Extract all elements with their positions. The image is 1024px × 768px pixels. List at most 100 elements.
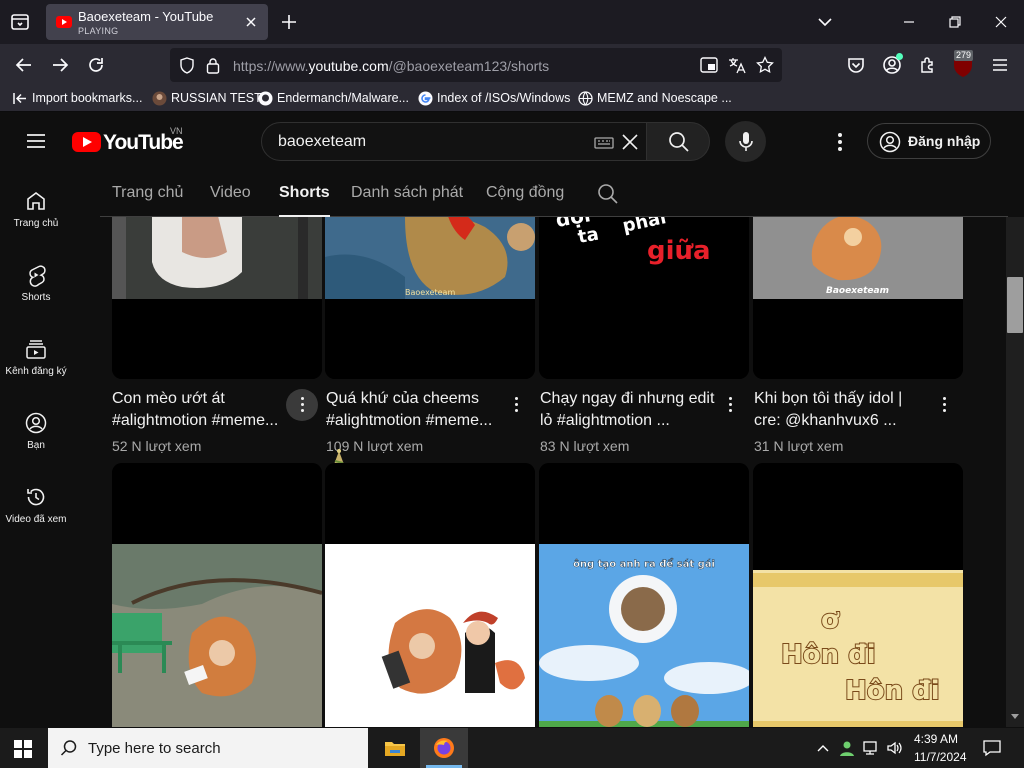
bookmark-import[interactable]: Import bookmarks... xyxy=(13,91,142,105)
back-arrow-icon[interactable] xyxy=(14,55,34,75)
search-input[interactable]: baoexeteam xyxy=(261,122,647,161)
lock-icon[interactable] xyxy=(206,57,220,74)
firefox-icon xyxy=(433,737,455,759)
short-thumbnail-8[interactable]: ơ Hôn đi Hôn đi xyxy=(753,463,963,727)
browser-navigation-bar: https://www.youtube.com/@baoexeteam123/s… xyxy=(0,44,1024,86)
thumbnail-caption-2: Hôn đi xyxy=(781,640,876,670)
thumbnail-image xyxy=(325,463,535,727)
windows-start-icon[interactable] xyxy=(14,740,32,758)
ublock-extension-icon[interactable]: 279 xyxy=(950,50,978,78)
short-thumbnail-2[interactable]: Baoexeteam xyxy=(325,217,535,379)
bookmarks-toolbar: Import bookmarks... RUSSIAN TEST Enderma… xyxy=(0,86,1024,112)
scroll-down-arrow-icon[interactable] xyxy=(1010,713,1020,721)
search-query: baoexeteam xyxy=(278,133,367,150)
reload-icon[interactable] xyxy=(86,55,106,75)
address-bar[interactable]: https://www.youtube.com/@baoexeteam123/s… xyxy=(170,48,782,82)
lyric-text-2: ta xyxy=(576,224,600,248)
hamburger-menu-icon[interactable] xyxy=(990,55,1010,75)
shorts-grid: Baoexeteam đợi ta phai giữa Baoexeteam C… xyxy=(0,217,1024,727)
browser-tab-active[interactable]: Baoexeteam - YouTube PLAYING xyxy=(46,4,268,40)
import-icon xyxy=(13,91,28,106)
short-title[interactable]: Quá khứ của cheems #alightmotion #meme... xyxy=(326,388,502,432)
youtube-masthead: YouTube VN baoexeteam Đăng nhập xyxy=(0,113,1024,169)
thumbnail-image: ông tạo anh ra để sát gái xyxy=(539,463,749,727)
window-close-button[interactable] xyxy=(992,13,1010,31)
translate-icon[interactable] xyxy=(728,56,746,74)
tab-shorts[interactable]: Shorts xyxy=(279,184,330,217)
tab-overflow-chevron-down-icon[interactable] xyxy=(816,13,834,31)
more-actions-icon[interactable] xyxy=(928,389,960,421)
short-thumbnail-7[interactable]: ông tạo anh ra để sát gái xyxy=(539,463,749,727)
bookmark-memz-noescape[interactable]: MEMZ and Noescape ... xyxy=(578,91,732,106)
guide-menu-icon[interactable] xyxy=(24,129,48,153)
windows-taskbar: Type here to search 4:39 AM 11/7/2024 xyxy=(0,728,1024,768)
youtube-play-logo-icon xyxy=(72,132,101,152)
home-icon xyxy=(24,189,48,213)
scrollbar-thumb[interactable] xyxy=(1007,277,1023,333)
more-actions-icon[interactable] xyxy=(500,389,532,421)
short-thumbnail-4[interactable]: Baoexeteam xyxy=(753,217,963,379)
channel-search-icon[interactable] xyxy=(597,183,619,205)
thumbnail-watermark: Baoexeteam xyxy=(405,288,455,297)
window-restore-button[interactable] xyxy=(946,13,964,31)
network-icon[interactable] xyxy=(862,739,880,757)
thumbnail-image: Baoexeteam xyxy=(753,217,963,379)
list-all-tabs-icon[interactable] xyxy=(10,12,30,32)
notifications-icon[interactable] xyxy=(982,739,1002,757)
page-scrollbar[interactable] xyxy=(1006,217,1024,727)
new-tab-button[interactable] xyxy=(280,13,298,31)
clear-search-icon[interactable] xyxy=(620,132,640,152)
search-icon xyxy=(60,739,78,757)
taskbar-clock-date[interactable]: 11/7/2024 xyxy=(914,750,967,764)
tab-home[interactable]: Trang chủ xyxy=(112,184,183,202)
github-icon xyxy=(258,91,273,106)
bookmark-russian-test[interactable]: RUSSIAN TEST xyxy=(152,91,262,106)
tab-community[interactable]: Cộng đồng xyxy=(486,184,564,202)
file-explorer-icon[interactable] xyxy=(384,738,406,758)
show-hidden-icons-chevron-up-icon[interactable] xyxy=(816,741,830,755)
short-thumbnail-5[interactable] xyxy=(112,463,322,727)
short-title[interactable]: Khi bọn tôi thấy idol | cre: @khanhvux6 .… xyxy=(754,388,930,432)
short-thumbnail-3[interactable]: đợi ta phai giữa xyxy=(539,217,749,379)
settings-more-icon[interactable] xyxy=(830,130,850,154)
tab-videos[interactable]: Video xyxy=(210,184,251,202)
globe-icon xyxy=(578,91,593,106)
search-button[interactable] xyxy=(646,122,710,161)
avatar-icon xyxy=(152,91,167,106)
short-title[interactable]: Con mèo ướt át #alightmotion #meme... xyxy=(112,388,288,432)
taskbar-clock-time[interactable]: 4:39 AM xyxy=(914,732,958,746)
account-icon[interactable] xyxy=(882,53,903,75)
sign-in-button[interactable]: Đăng nhập xyxy=(867,123,991,159)
taskbar-search-placeholder: Type here to search xyxy=(88,740,221,757)
bookmark-endermanch-malware[interactable]: Endermanch/Malware... xyxy=(258,91,409,106)
pocket-icon[interactable] xyxy=(846,55,866,75)
bookmark-star-icon[interactable] xyxy=(756,56,774,74)
volume-icon[interactable] xyxy=(886,739,904,757)
more-actions-icon[interactable] xyxy=(714,389,746,421)
taskbar-firefox-active[interactable] xyxy=(420,728,468,768)
thumbnail-caption: ông tạo anh ra để sát gái xyxy=(573,557,715,570)
more-actions-icon[interactable] xyxy=(286,389,318,421)
extensions-puzzle-icon[interactable] xyxy=(918,55,938,75)
short-thumbnail-1[interactable] xyxy=(112,217,322,379)
people-icon[interactable] xyxy=(838,739,856,757)
keyboard-icon[interactable] xyxy=(594,136,614,150)
picture-in-picture-icon[interactable] xyxy=(700,57,718,73)
ublock-badge-count: 279 xyxy=(954,50,974,61)
tab-title: Baoexeteam - YouTube xyxy=(78,9,214,24)
tab-playlists[interactable]: Danh sách phát xyxy=(351,184,463,202)
voice-search-button[interactable] xyxy=(725,121,766,162)
view-count: 83 N lượt xem xyxy=(540,438,630,454)
region-code: VN xyxy=(170,126,183,136)
short-thumbnail-6[interactable] xyxy=(325,463,535,727)
tracking-protection-shield-icon[interactable] xyxy=(179,57,195,74)
thumbnail-image: ơ Hôn đi Hôn đi xyxy=(753,463,963,727)
window-minimize-button[interactable] xyxy=(900,13,918,31)
bookmark-index-isos-windows[interactable]: Index of /ISOs/Windows xyxy=(418,91,570,106)
url-text[interactable]: https://www.youtube.com/@baoexeteam123/s… xyxy=(233,58,549,74)
short-title[interactable]: Chạy ngay đi nhưng edit lỏ #alightmotion … xyxy=(540,388,716,432)
taskbar-search-box[interactable]: Type here to search xyxy=(48,728,368,768)
youtube-logo[interactable]: YouTube VN xyxy=(72,126,192,154)
forward-arrow-icon[interactable] xyxy=(50,55,70,75)
close-tab-icon[interactable] xyxy=(242,13,260,31)
